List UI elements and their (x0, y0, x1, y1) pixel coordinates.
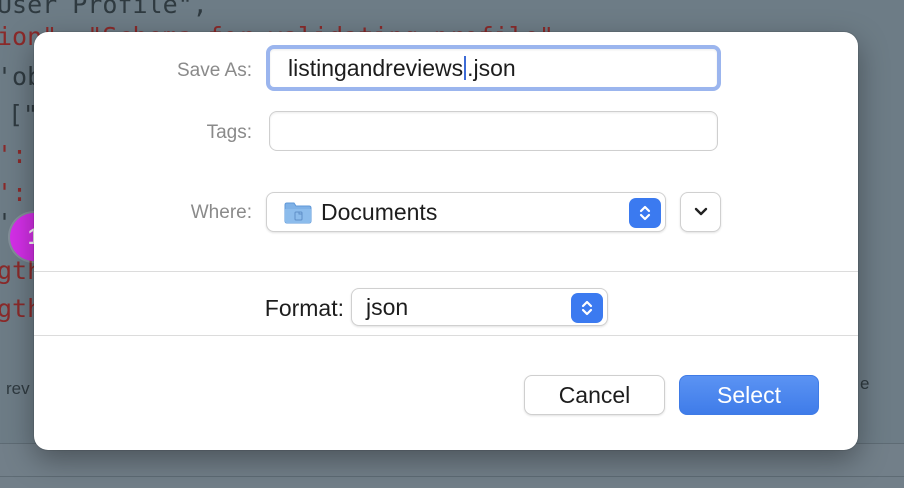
select-label: Select (717, 381, 781, 408)
save-as-input[interactable]: listingandreviews .json (266, 45, 721, 91)
filename-extension: .json (467, 55, 516, 81)
where-label: Where: (190, 202, 252, 223)
where-stepper-icon (629, 198, 661, 228)
background-fragment: e (860, 374, 870, 393)
code-line: ': (0, 140, 28, 169)
cancel-label: Cancel (558, 381, 631, 408)
chevron-down-icon (694, 207, 707, 216)
text-caret (464, 55, 467, 80)
divider (34, 271, 858, 272)
tags-label: Tags: (206, 122, 252, 143)
format-stepper-icon (571, 293, 603, 323)
divider (34, 335, 858, 336)
tags-input[interactable] (269, 111, 718, 151)
select-button[interactable]: Select (679, 375, 819, 415)
filename-text: listingandreviews (288, 55, 464, 81)
expand-button[interactable] (680, 192, 721, 232)
format-label: Format: (264, 295, 344, 321)
code-line: User Profile", (0, 0, 208, 19)
where-popup[interactable]: Documents (266, 192, 666, 232)
format-popup[interactable]: json (351, 288, 608, 326)
folder-icon (284, 202, 312, 224)
format-value: json (366, 294, 409, 320)
save-as-label: Save As: (177, 60, 252, 81)
divider (0, 476, 904, 477)
background-fragment: rev (6, 379, 30, 398)
save-dialog: Save As: listingandreviews .json Tags: Wh… (34, 32, 858, 450)
code-line: ': (0, 178, 28, 207)
where-value: Documents (321, 199, 438, 225)
cancel-button[interactable]: Cancel (524, 375, 665, 415)
